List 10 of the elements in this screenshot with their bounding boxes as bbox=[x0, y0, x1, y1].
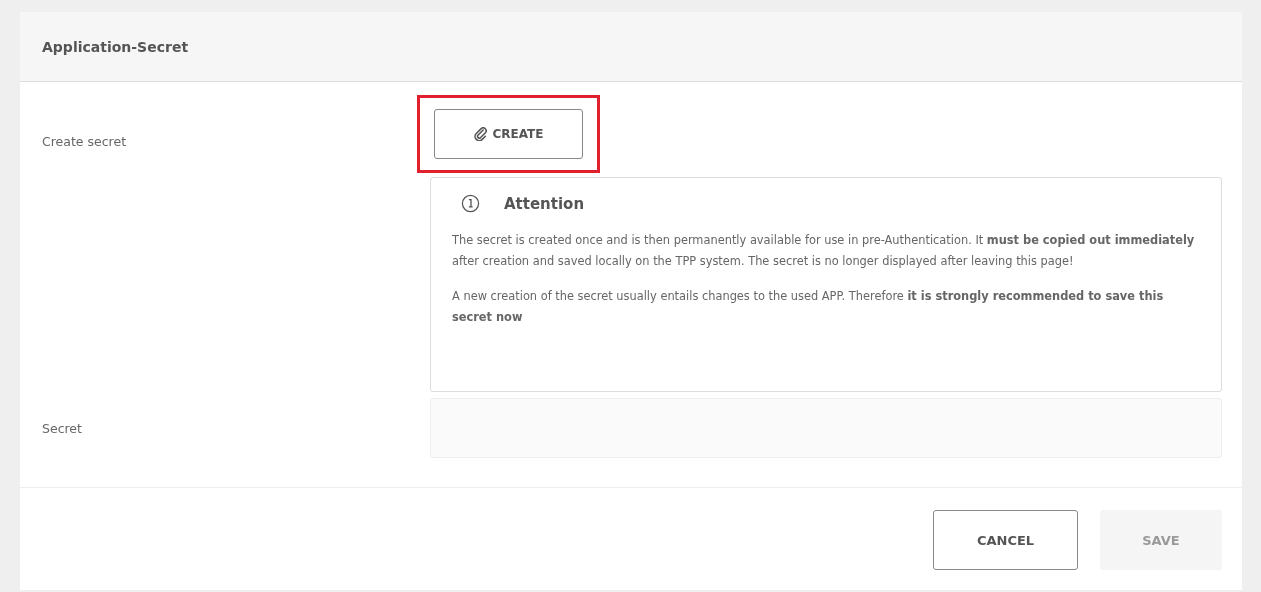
cancel-button[interactable]: CANCEL bbox=[933, 510, 1078, 570]
notice-paragraph: A new creation of the secret usually entails changes to the used APP. Therefore it is strongly recommended to save this secret now bbox=[452, 288, 1165, 326]
panel-title: Application-Secret bbox=[42, 38, 189, 55]
field-label: Create secret bbox=[42, 133, 128, 151]
paperclip-icon bbox=[473, 127, 488, 141]
info-icon bbox=[461, 194, 480, 213]
notice-paragraph: The secret is created once and is then permanently available for use in pre-Authentication. It must be copied out immediately after creation and saved locally on the TPP system. The secret is no longer displayed after leaving this page! bbox=[452, 232, 1196, 270]
notice-title: Attention bbox=[504, 194, 585, 213]
field-label: Secret bbox=[42, 420, 83, 436]
create-button[interactable]: CREATE bbox=[434, 109, 583, 159]
